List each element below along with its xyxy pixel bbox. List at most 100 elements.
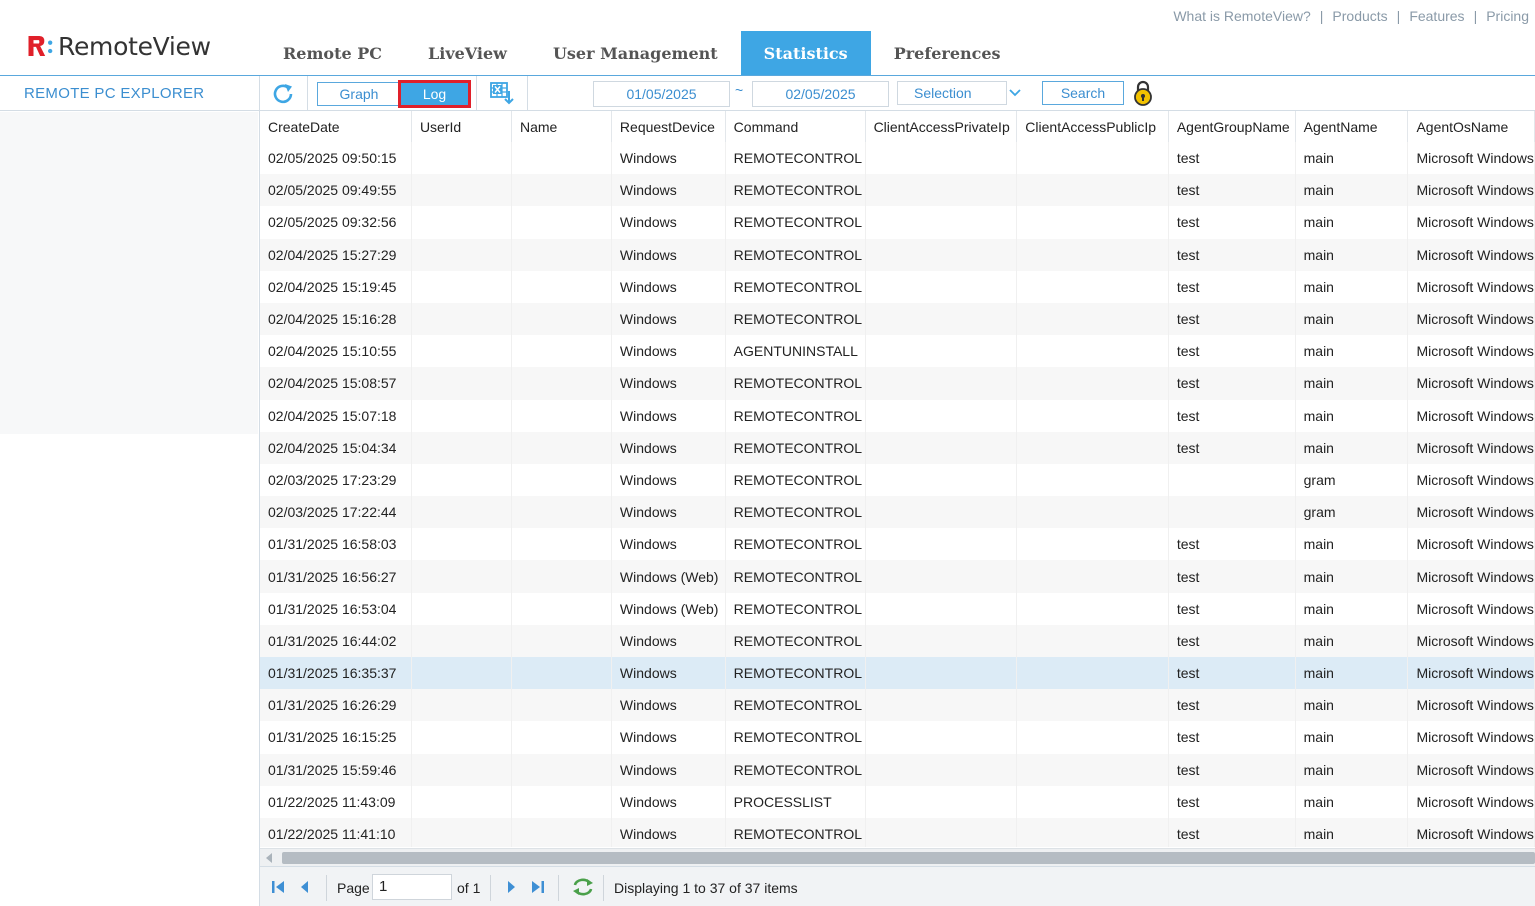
page-label: Page bbox=[337, 880, 370, 896]
table-cell bbox=[1168, 463, 1296, 497]
graph-button[interactable]: Graph bbox=[317, 82, 401, 106]
selection-dropdown[interactable]: Selection bbox=[897, 81, 1021, 105]
lock-icon[interactable] bbox=[1132, 79, 1154, 107]
log-button-label: Log bbox=[401, 83, 468, 105]
table-row[interactable]: 01/22/2025 11:41:10 Windows REMOTECONTROL t… bbox=[260, 817, 1535, 847]
table-cell bbox=[865, 302, 1018, 336]
column-header[interactable]: UserId bbox=[411, 111, 513, 142]
table-cell bbox=[511, 335, 612, 368]
table-cell: 02/05/2025 09:32:56 bbox=[260, 206, 412, 239]
table-cell bbox=[1016, 753, 1169, 786]
table-cell bbox=[511, 463, 612, 497]
log-button[interactable]: Log bbox=[398, 80, 471, 108]
last-page-icon[interactable] bbox=[530, 879, 546, 895]
table-row[interactable]: 01/31/2025 16:53:04 Windows (Web) REMOTECO… bbox=[260, 592, 1535, 625]
table-row[interactable]: 02/05/2025 09:50:15 Windows REMOTECONTROL t… bbox=[260, 142, 1535, 175]
table-row[interactable]: 01/31/2025 15:59:46 Windows REMOTECONTROL t… bbox=[260, 753, 1535, 786]
main-nav: Remote PC LiveView User Management Stati… bbox=[260, 31, 1024, 75]
table-row[interactable]: 02/04/2025 15:27:29 Windows REMOTECONTROL t… bbox=[260, 238, 1535, 271]
table-cell bbox=[865, 335, 1018, 368]
column-header[interactable]: CreateDate bbox=[260, 111, 412, 142]
search-button[interactable]: Search bbox=[1042, 81, 1124, 105]
table-cell bbox=[511, 624, 612, 657]
table-row[interactable]: 02/04/2025 15:19:45 Windows REMOTECONTROL t… bbox=[260, 270, 1535, 303]
prev-page-icon[interactable] bbox=[298, 879, 312, 895]
table-row[interactable]: 01/31/2025 16:35:37 Windows REMOTECONTROL t… bbox=[260, 657, 1535, 690]
table-cell: REMOTECONTROL bbox=[725, 206, 866, 239]
page-number-input[interactable]: 1 bbox=[372, 874, 452, 900]
column-header[interactable]: RequestDevice bbox=[611, 111, 726, 142]
table-row[interactable]: 02/04/2025 15:16:28 Windows REMOTECONTROL t… bbox=[260, 302, 1535, 336]
table-row[interactable]: 02/04/2025 15:08:57 Windows REMOTECONTROL t… bbox=[260, 367, 1535, 400]
table-row[interactable]: 01/31/2025 16:26:29 Windows REMOTECONTROL t… bbox=[260, 689, 1535, 722]
column-header[interactable]: ClientAccessPublicIp bbox=[1016, 111, 1169, 142]
column-header[interactable]: AgentName bbox=[1295, 111, 1409, 142]
tab-remote-pc[interactable]: Remote PC bbox=[260, 31, 405, 75]
table-cell bbox=[1016, 142, 1169, 175]
date-from-input[interactable]: 01/05/2025 bbox=[593, 81, 730, 107]
table-cell: test bbox=[1168, 270, 1296, 303]
column-header[interactable]: AgentGroupName bbox=[1168, 111, 1296, 142]
column-header[interactable]: Name bbox=[511, 111, 612, 142]
top-link-what-is[interactable]: What is RemoteView? bbox=[1173, 8, 1310, 24]
column-header[interactable]: AgentOsName bbox=[1407, 111, 1535, 142]
refresh-icon[interactable] bbox=[271, 82, 297, 106]
table-cell: test bbox=[1168, 817, 1296, 847]
scroll-left-arrow-icon[interactable] bbox=[266, 853, 272, 863]
table-cell bbox=[865, 206, 1018, 239]
chevron-down-icon bbox=[1009, 89, 1021, 97]
table-cell: main bbox=[1295, 206, 1409, 239]
date-to-input[interactable]: 02/05/2025 bbox=[752, 81, 889, 107]
table-cell: test bbox=[1168, 206, 1296, 239]
table-row[interactable]: 02/04/2025 15:07:18 Windows REMOTECONTROL t… bbox=[260, 399, 1535, 432]
table-row[interactable]: 02/05/2025 09:49:55 Windows REMOTECONTROL t… bbox=[260, 174, 1535, 207]
table-cell bbox=[1016, 302, 1169, 336]
table-cell: test bbox=[1168, 721, 1296, 754]
logo[interactable]: RemoteView bbox=[26, 30, 211, 62]
tab-liveview[interactable]: LiveView bbox=[405, 31, 530, 75]
tab-user-management[interactable]: User Management bbox=[530, 31, 741, 75]
table-cell: main bbox=[1295, 624, 1409, 657]
table-cell: REMOTECONTROL bbox=[725, 142, 866, 175]
horizontal-scrollbar[interactable] bbox=[260, 848, 1535, 866]
top-link-products[interactable]: Products bbox=[1332, 8, 1387, 24]
reload-icon[interactable] bbox=[571, 877, 595, 897]
column-header[interactable]: ClientAccessPrivateIp bbox=[865, 111, 1018, 142]
table-cell: 01/22/2025 11:41:10 bbox=[260, 817, 412, 847]
table-cell bbox=[865, 753, 1018, 786]
table-cell: main bbox=[1295, 142, 1409, 175]
table-cell bbox=[411, 817, 513, 847]
table-cell: Windows bbox=[611, 270, 726, 303]
table-row[interactable]: 02/04/2025 15:10:55 Windows AGENTUNINSTALL… bbox=[260, 335, 1535, 368]
table-row[interactable]: 02/03/2025 17:22:44 Windows REMOTECONTROL g… bbox=[260, 496, 1535, 529]
table-row[interactable]: 01/31/2025 16:15:25 Windows REMOTECONTROL t… bbox=[260, 721, 1535, 754]
table-cell: Windows bbox=[611, 624, 726, 657]
table-row[interactable]: 02/05/2025 09:32:56 Windows REMOTECONTROL t… bbox=[260, 206, 1535, 239]
top-link-features[interactable]: Features bbox=[1409, 8, 1464, 24]
table-cell: PROCESSLIST bbox=[725, 785, 866, 818]
tab-preferences[interactable]: Preferences bbox=[871, 31, 1024, 75]
table-cell: test bbox=[1168, 689, 1296, 722]
table-cell bbox=[1016, 238, 1169, 271]
table-cell bbox=[411, 624, 513, 657]
table-cell: Windows bbox=[611, 528, 726, 561]
table-cell: 02/04/2025 15:08:57 bbox=[260, 367, 412, 400]
top-link-pricing[interactable]: Pricing bbox=[1486, 8, 1529, 24]
table-row[interactable]: 01/31/2025 16:56:27 Windows (Web) REMOTECO… bbox=[260, 560, 1535, 593]
table-cell bbox=[411, 238, 513, 271]
sidebar-title[interactable]: REMOTE PC EXPLORER bbox=[0, 76, 259, 111]
excel-export-icon[interactable] bbox=[489, 81, 517, 107]
table-row[interactable]: 01/22/2025 11:43:09 Windows PROCESSLIST tes… bbox=[260, 785, 1535, 818]
column-header[interactable]: Command bbox=[725, 111, 866, 142]
tab-statistics[interactable]: Statistics bbox=[740, 31, 871, 75]
table-row[interactable]: 02/03/2025 17:23:29 Windows REMOTECONTROL g… bbox=[260, 463, 1535, 497]
table-row[interactable]: 01/31/2025 16:58:03 Windows REMOTECONTROL t… bbox=[260, 528, 1535, 561]
next-page-icon[interactable] bbox=[504, 879, 518, 895]
table-cell bbox=[1016, 817, 1169, 847]
table-cell: 02/04/2025 15:16:28 bbox=[260, 302, 412, 336]
table-row[interactable]: 02/04/2025 15:04:34 Windows REMOTECONTROL t… bbox=[260, 431, 1535, 464]
table-cell bbox=[511, 206, 612, 239]
scrollbar-thumb[interactable] bbox=[282, 852, 1535, 864]
table-row[interactable]: 01/31/2025 16:44:02 Windows REMOTECONTROL t… bbox=[260, 624, 1535, 657]
first-page-icon[interactable] bbox=[270, 879, 286, 895]
